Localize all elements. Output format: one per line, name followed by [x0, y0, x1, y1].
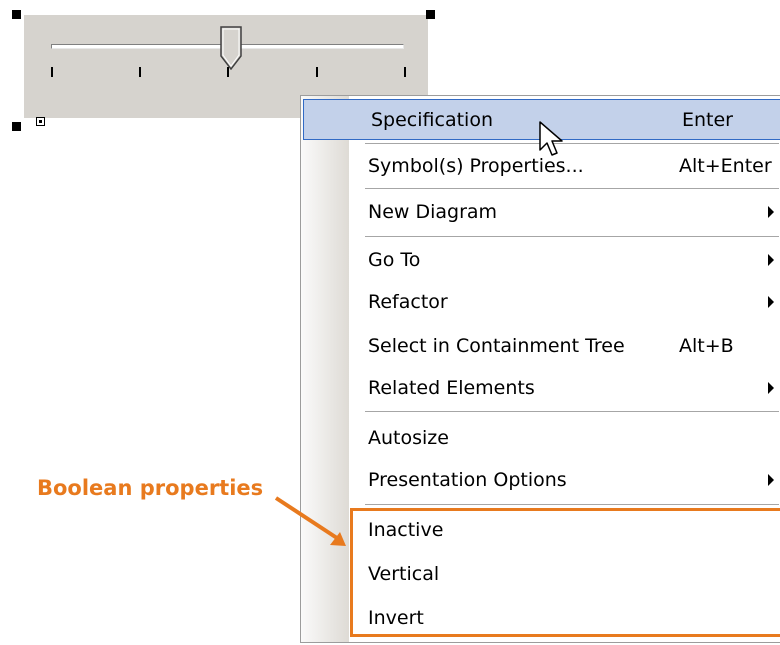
selection-handle[interactable] — [12, 10, 21, 19]
menu-item-label: Autosize — [368, 427, 449, 449]
menu-item-related-elements[interactable]: Related Elements — [301, 368, 780, 408]
menu-item-label: Select in Containment Tree — [368, 335, 625, 357]
submenu-arrow-icon — [768, 474, 774, 486]
submenu-arrow-icon — [768, 382, 774, 394]
menu-item-label: Presentation Options — [368, 469, 567, 491]
menu-separator — [365, 504, 779, 506]
menu-item-refactor[interactable]: Refactor — [301, 282, 780, 322]
menu-item-label: Go To — [368, 249, 421, 271]
slider-tick — [404, 67, 406, 77]
slider-tick — [139, 67, 141, 77]
boolean-properties-highlight-box — [350, 508, 780, 637]
mouse-cursor-icon — [539, 121, 563, 156]
menu-item-shortcut: Alt+B — [679, 335, 734, 357]
menu-separator — [365, 236, 779, 238]
menu-item-select-in-containment-tree[interactable]: Select in Containment Tree Alt+B — [301, 326, 780, 366]
menu-item-shortcut: Alt+Enter — [679, 155, 772, 177]
submenu-arrow-icon — [768, 254, 774, 266]
anchor-icon[interactable] — [36, 117, 45, 126]
selection-handle[interactable] — [12, 122, 21, 131]
menu-item-label: New Diagram — [368, 201, 498, 223]
menu-item-autosize[interactable]: Autosize — [301, 418, 780, 458]
submenu-arrow-icon — [768, 296, 774, 308]
menu-separator — [365, 143, 779, 145]
menu-item-presentation-options[interactable]: Presentation Options — [301, 460, 780, 500]
menu-item-label: Specification — [371, 108, 493, 131]
slider-tick — [316, 67, 318, 77]
slider-tick — [51, 67, 53, 77]
slider-thumb[interactable] — [220, 26, 242, 70]
menu-item-shortcut: Enter — [682, 108, 733, 131]
selection-handle[interactable] — [426, 10, 435, 19]
menu-separator — [365, 188, 779, 190]
menu-item-label: Related Elements — [368, 377, 535, 399]
menu-item-go-to[interactable]: Go To — [301, 240, 780, 280]
menu-item-label: Refactor — [368, 291, 448, 313]
annotation-label: Boolean properties — [37, 476, 264, 500]
submenu-arrow-icon — [768, 206, 774, 218]
menu-item-new-diagram[interactable]: New Diagram — [301, 192, 780, 232]
menu-separator — [365, 411, 779, 413]
